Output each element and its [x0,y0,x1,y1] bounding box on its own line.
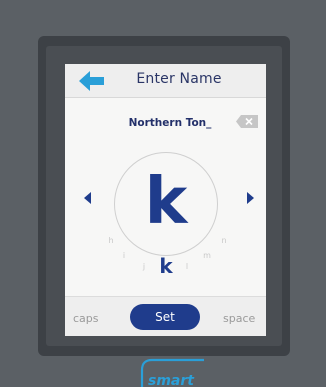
bottom-bar: caps Set space [65,296,266,336]
wheel-letter-h: h [108,236,114,245]
previous-letter-arrow-icon[interactable] [84,192,91,204]
wheel-letter-n: n [221,236,227,245]
svg-text:smart: smart [148,373,195,387]
backspace-icon[interactable] [236,115,258,128]
smart-logo-icon: smart [140,358,204,387]
next-letter-arrow-icon[interactable] [247,192,254,204]
wheel-letter-m: m [203,251,211,260]
name-input[interactable]: Northern Ton_ [115,117,225,129]
page-title: Enter Name [136,71,222,87]
device-screen: Enter Name Northern Ton_ k h i j k l m n… [65,64,266,336]
current-letter: k [159,254,173,278]
screen-header: Enter Name [65,64,266,98]
caps-button[interactable]: caps [73,312,99,325]
space-button[interactable]: space [223,312,255,325]
wheel-letter-j: j [142,262,146,271]
selected-letter: k [144,165,188,239]
set-button[interactable]: Set [130,304,200,330]
back-arrow-icon[interactable] [79,71,105,91]
wheel-letter-l: l [185,262,189,271]
wheel-letter-i: i [122,251,126,260]
